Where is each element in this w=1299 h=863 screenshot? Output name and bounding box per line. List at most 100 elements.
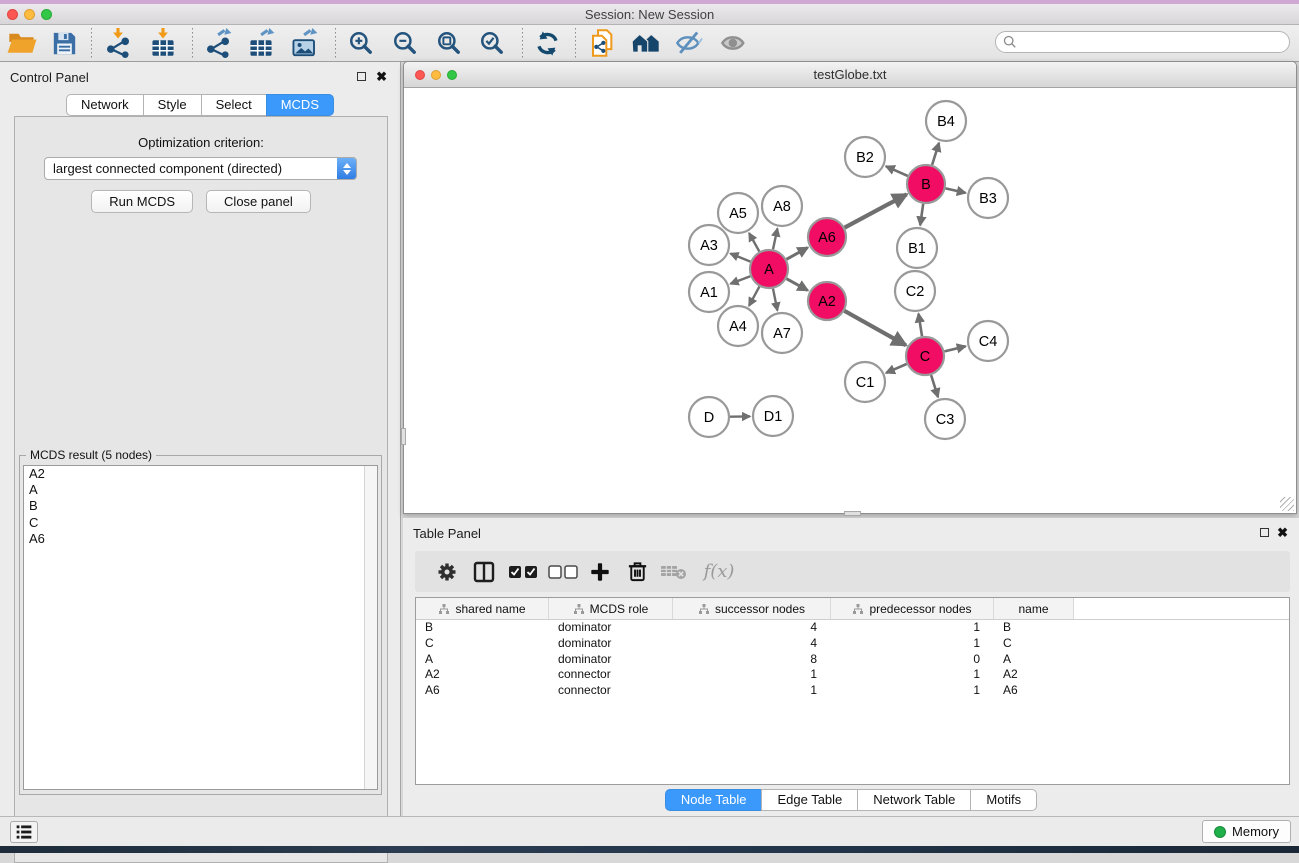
import-network-button[interactable] — [101, 27, 135, 59]
cell-MCDS-role[interactable]: dominator — [549, 636, 673, 652]
add-column-button[interactable] — [584, 555, 616, 589]
cell-shared-name[interactable]: A — [416, 652, 549, 668]
cell-successor-nodes[interactable]: 1 — [673, 667, 831, 683]
edge-B-B3[interactable] — [946, 188, 966, 193]
cell-predecessor-nodes[interactable]: 1 — [831, 636, 994, 652]
tab-style[interactable]: Style — [143, 94, 202, 116]
cell-name[interactable]: A2 — [994, 667, 1074, 683]
edge-A-A5[interactable] — [749, 233, 759, 251]
open-session-button[interactable] — [5, 27, 39, 59]
float-panel-icon[interactable] — [1260, 528, 1269, 537]
edge-C-C3[interactable] — [931, 375, 938, 397]
split-divider-handle[interactable] — [401, 428, 406, 445]
delete-column-button[interactable] — [621, 555, 653, 589]
zoom-selected-button[interactable] — [475, 27, 509, 59]
search-field[interactable] — [995, 31, 1290, 53]
result-item-c[interactable]: C — [24, 515, 377, 531]
tab-edge-table[interactable]: Edge Table — [761, 789, 858, 811]
table-row[interactable]: A6connector11A6 — [416, 683, 1289, 699]
cell-name[interactable]: A6 — [994, 683, 1074, 699]
result-item-a6[interactable]: A6 — [24, 531, 377, 547]
edge-A-A1[interactable] — [731, 276, 751, 284]
hide-selected-button[interactable] — [672, 27, 706, 59]
cell-name[interactable]: A — [994, 652, 1074, 668]
deselect-all-columns-button[interactable] — [544, 555, 584, 589]
tab-node-table[interactable]: Node Table — [665, 789, 763, 811]
cell-MCDS-role[interactable]: connector — [549, 667, 673, 683]
tab-motifs[interactable]: Motifs — [970, 789, 1037, 811]
search-input[interactable] — [1017, 33, 1289, 51]
cell-name[interactable]: C — [994, 636, 1074, 652]
cell-shared-name[interactable]: A6 — [416, 683, 549, 699]
edge-A-A7[interactable] — [773, 289, 777, 311]
cell-name[interactable]: B — [994, 620, 1074, 636]
first-neighbors-button[interactable] — [629, 27, 663, 59]
split-divider-handle[interactable] — [844, 511, 861, 516]
close-panel-icon[interactable]: ✖ — [376, 69, 387, 85]
memory-button[interactable]: Memory — [1202, 820, 1291, 843]
select-all-columns-button[interactable] — [504, 555, 544, 589]
tab-select[interactable]: Select — [201, 94, 267, 116]
edge-B-B2[interactable] — [886, 166, 908, 176]
result-item-a2[interactable]: A2 — [24, 466, 377, 482]
apply-function-button[interactable]: f(x) — [699, 555, 739, 589]
edge-C-C4[interactable] — [945, 346, 966, 351]
resize-grip-icon[interactable] — [1280, 497, 1294, 511]
save-session-button[interactable] — [47, 27, 81, 59]
cell-MCDS-role[interactable]: dominator — [549, 620, 673, 636]
cell-MCDS-role[interactable]: dominator — [549, 652, 673, 668]
refresh-layout-button[interactable] — [530, 27, 564, 59]
cell-shared-name[interactable]: A2 — [416, 667, 549, 683]
cell-successor-nodes[interactable]: 4 — [673, 636, 831, 652]
cell-MCDS-role[interactable]: connector — [549, 683, 673, 699]
delete-table-button[interactable] — [656, 555, 692, 589]
edge-C-C2[interactable] — [919, 314, 923, 337]
edge-B-B1[interactable] — [920, 204, 923, 225]
edge-A2-C[interactable] — [844, 311, 905, 345]
cell-predecessor-nodes[interactable]: 1 — [831, 683, 994, 699]
show-columns-button[interactable] — [468, 555, 500, 589]
optimization-criterion-dropdown[interactable]: largest connected component (directed) — [44, 157, 357, 180]
cell-predecessor-nodes[interactable]: 0 — [831, 652, 994, 668]
column-header-shared-name[interactable]: shared name — [416, 598, 549, 619]
mcds-result-list[interactable]: A2ABCA6 — [23, 465, 378, 790]
cell-shared-name[interactable]: C — [416, 636, 549, 652]
clone-network-button[interactable] — [586, 27, 620, 59]
cell-predecessor-nodes[interactable]: 1 — [831, 620, 994, 636]
export-network-button[interactable] — [201, 27, 235, 59]
cell-shared-name[interactable]: B — [416, 620, 549, 636]
task-history-button[interactable] — [10, 821, 38, 843]
table-row[interactable]: Cdominator41C — [416, 636, 1289, 652]
export-image-button[interactable] — [287, 27, 321, 59]
result-scrollbar[interactable] — [364, 466, 377, 789]
column-header-name[interactable]: name — [994, 598, 1074, 619]
network-canvas[interactable]: B4B2BB3A8A5A6A3B1AC2A1A2A4A7C4CC1C3DD1 — [404, 88, 1296, 513]
result-item-b[interactable]: B — [24, 498, 377, 514]
table-row[interactable]: A2connector11A2 — [416, 667, 1289, 683]
float-panel-icon[interactable] — [357, 72, 366, 81]
zoom-in-button[interactable] — [344, 27, 378, 59]
network-window-titlebar[interactable]: testGlobe.txt — [404, 62, 1296, 88]
edge-A-A3[interactable] — [730, 254, 750, 262]
zoom-out-button[interactable] — [388, 27, 422, 59]
import-table-button[interactable] — [146, 27, 180, 59]
cell-successor-nodes[interactable]: 8 — [673, 652, 831, 668]
table-settings-button[interactable] — [431, 555, 463, 589]
close-panel-button[interactable]: Close panel — [206, 190, 311, 213]
export-table-button[interactable] — [244, 27, 278, 59]
result-item-a[interactable]: A — [24, 482, 377, 498]
tab-network[interactable]: Network — [66, 94, 144, 116]
column-header-predecessor-nodes[interactable]: predecessor nodes — [831, 598, 994, 619]
edge-B-B4[interactable] — [932, 143, 939, 165]
cell-successor-nodes[interactable]: 4 — [673, 620, 831, 636]
edge-A-A8[interactable] — [773, 229, 777, 250]
edge-C-C1[interactable] — [886, 364, 907, 373]
edge-A6-B[interactable] — [845, 194, 907, 227]
cell-predecessor-nodes[interactable]: 1 — [831, 667, 994, 683]
column-header-successor-nodes[interactable]: successor nodes — [673, 598, 831, 619]
tab-network-table[interactable]: Network Table — [857, 789, 971, 811]
edge-A-A4[interactable] — [749, 287, 759, 306]
tab-mcds[interactable]: MCDS — [266, 94, 334, 116]
zoom-fit-button[interactable] — [432, 27, 466, 59]
show-all-button[interactable] — [717, 27, 751, 59]
